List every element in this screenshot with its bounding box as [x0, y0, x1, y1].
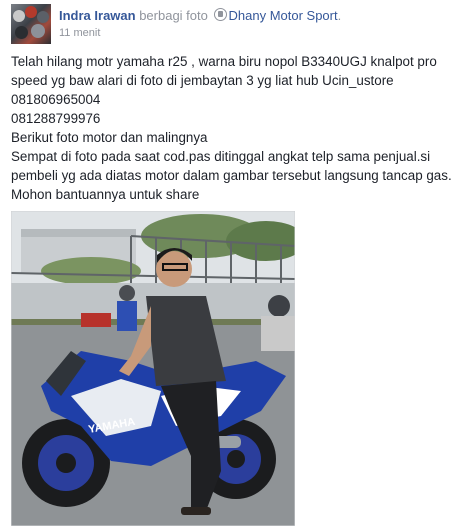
post-header: Indra Irawan berbagi foto Dhany Motor Sp… — [11, 4, 451, 44]
post-line: speed yg baw alari di foto di jembaytan … — [11, 73, 394, 88]
post-line: Berikut foto motor dan malingnya — [11, 130, 208, 145]
author-avatar[interactable] — [11, 4, 51, 44]
page-icon — [213, 8, 227, 21]
page-name-link[interactable]: Dhany Motor Sport — [229, 8, 338, 23]
post-attribution: Indra Irawan berbagi foto Dhany Motor Sp… — [59, 8, 341, 24]
author-name-link[interactable]: Indra Irawan — [59, 8, 136, 23]
post-line: Sempat di foto pada saat cod.pas ditingg… — [11, 149, 431, 164]
post-line: 081288799976 — [11, 111, 101, 126]
motorcycle-photo: YAMAHA — [11, 211, 295, 526]
post-photo[interactable]: YAMAHA — [11, 211, 295, 526]
action-text: berbagi foto — [139, 8, 208, 23]
post-line: pembeli yg ada diatas motor dalam gambar… — [11, 168, 452, 183]
post-line: Telah hilang motr yamaha r25 , warna bir… — [11, 54, 437, 69]
post-body: Telah hilang motr yamaha r25 , warna bir… — [11, 52, 457, 204]
post-line: Mohon bantuannya untuk share — [11, 187, 200, 202]
post-line: 081806965004 — [11, 92, 101, 107]
attribution-period: . — [337, 8, 342, 23]
post-card: Indra Irawan berbagi foto Dhany Motor Sp… — [0, 0, 460, 526]
post-timestamp[interactable]: 11 menit — [59, 27, 100, 39]
